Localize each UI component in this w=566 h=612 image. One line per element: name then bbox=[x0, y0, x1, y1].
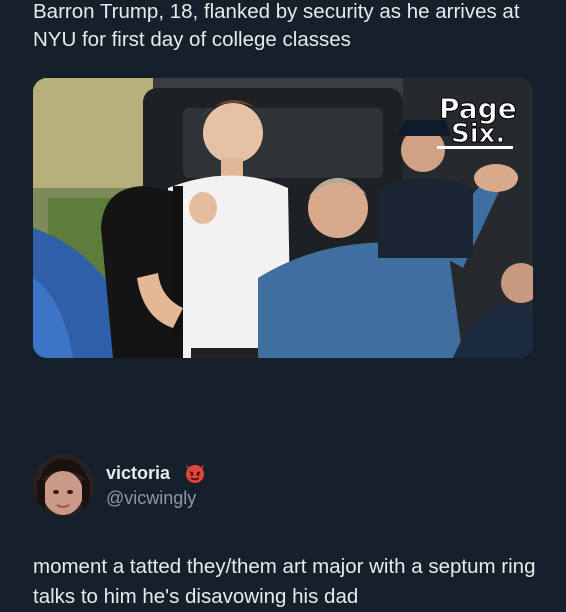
news-photo[interactable]: Page Six. bbox=[33, 78, 533, 358]
reply-author-row[interactable]: victoria @vicwingly bbox=[33, 455, 533, 517]
watermark-six: Six. bbox=[451, 119, 505, 149]
quoted-post-text: Barron Trump, 18, flanked by security as… bbox=[33, 0, 520, 51]
reply-text: moment a tatted they/them art major with… bbox=[33, 555, 536, 608]
avatar[interactable] bbox=[33, 455, 94, 516]
display-name[interactable]: victoria bbox=[106, 463, 170, 484]
user-handle[interactable]: @vicwingly bbox=[106, 488, 196, 509]
demon-emoji-icon bbox=[183, 460, 207, 484]
news-photo-image: Page Six. bbox=[33, 78, 533, 358]
